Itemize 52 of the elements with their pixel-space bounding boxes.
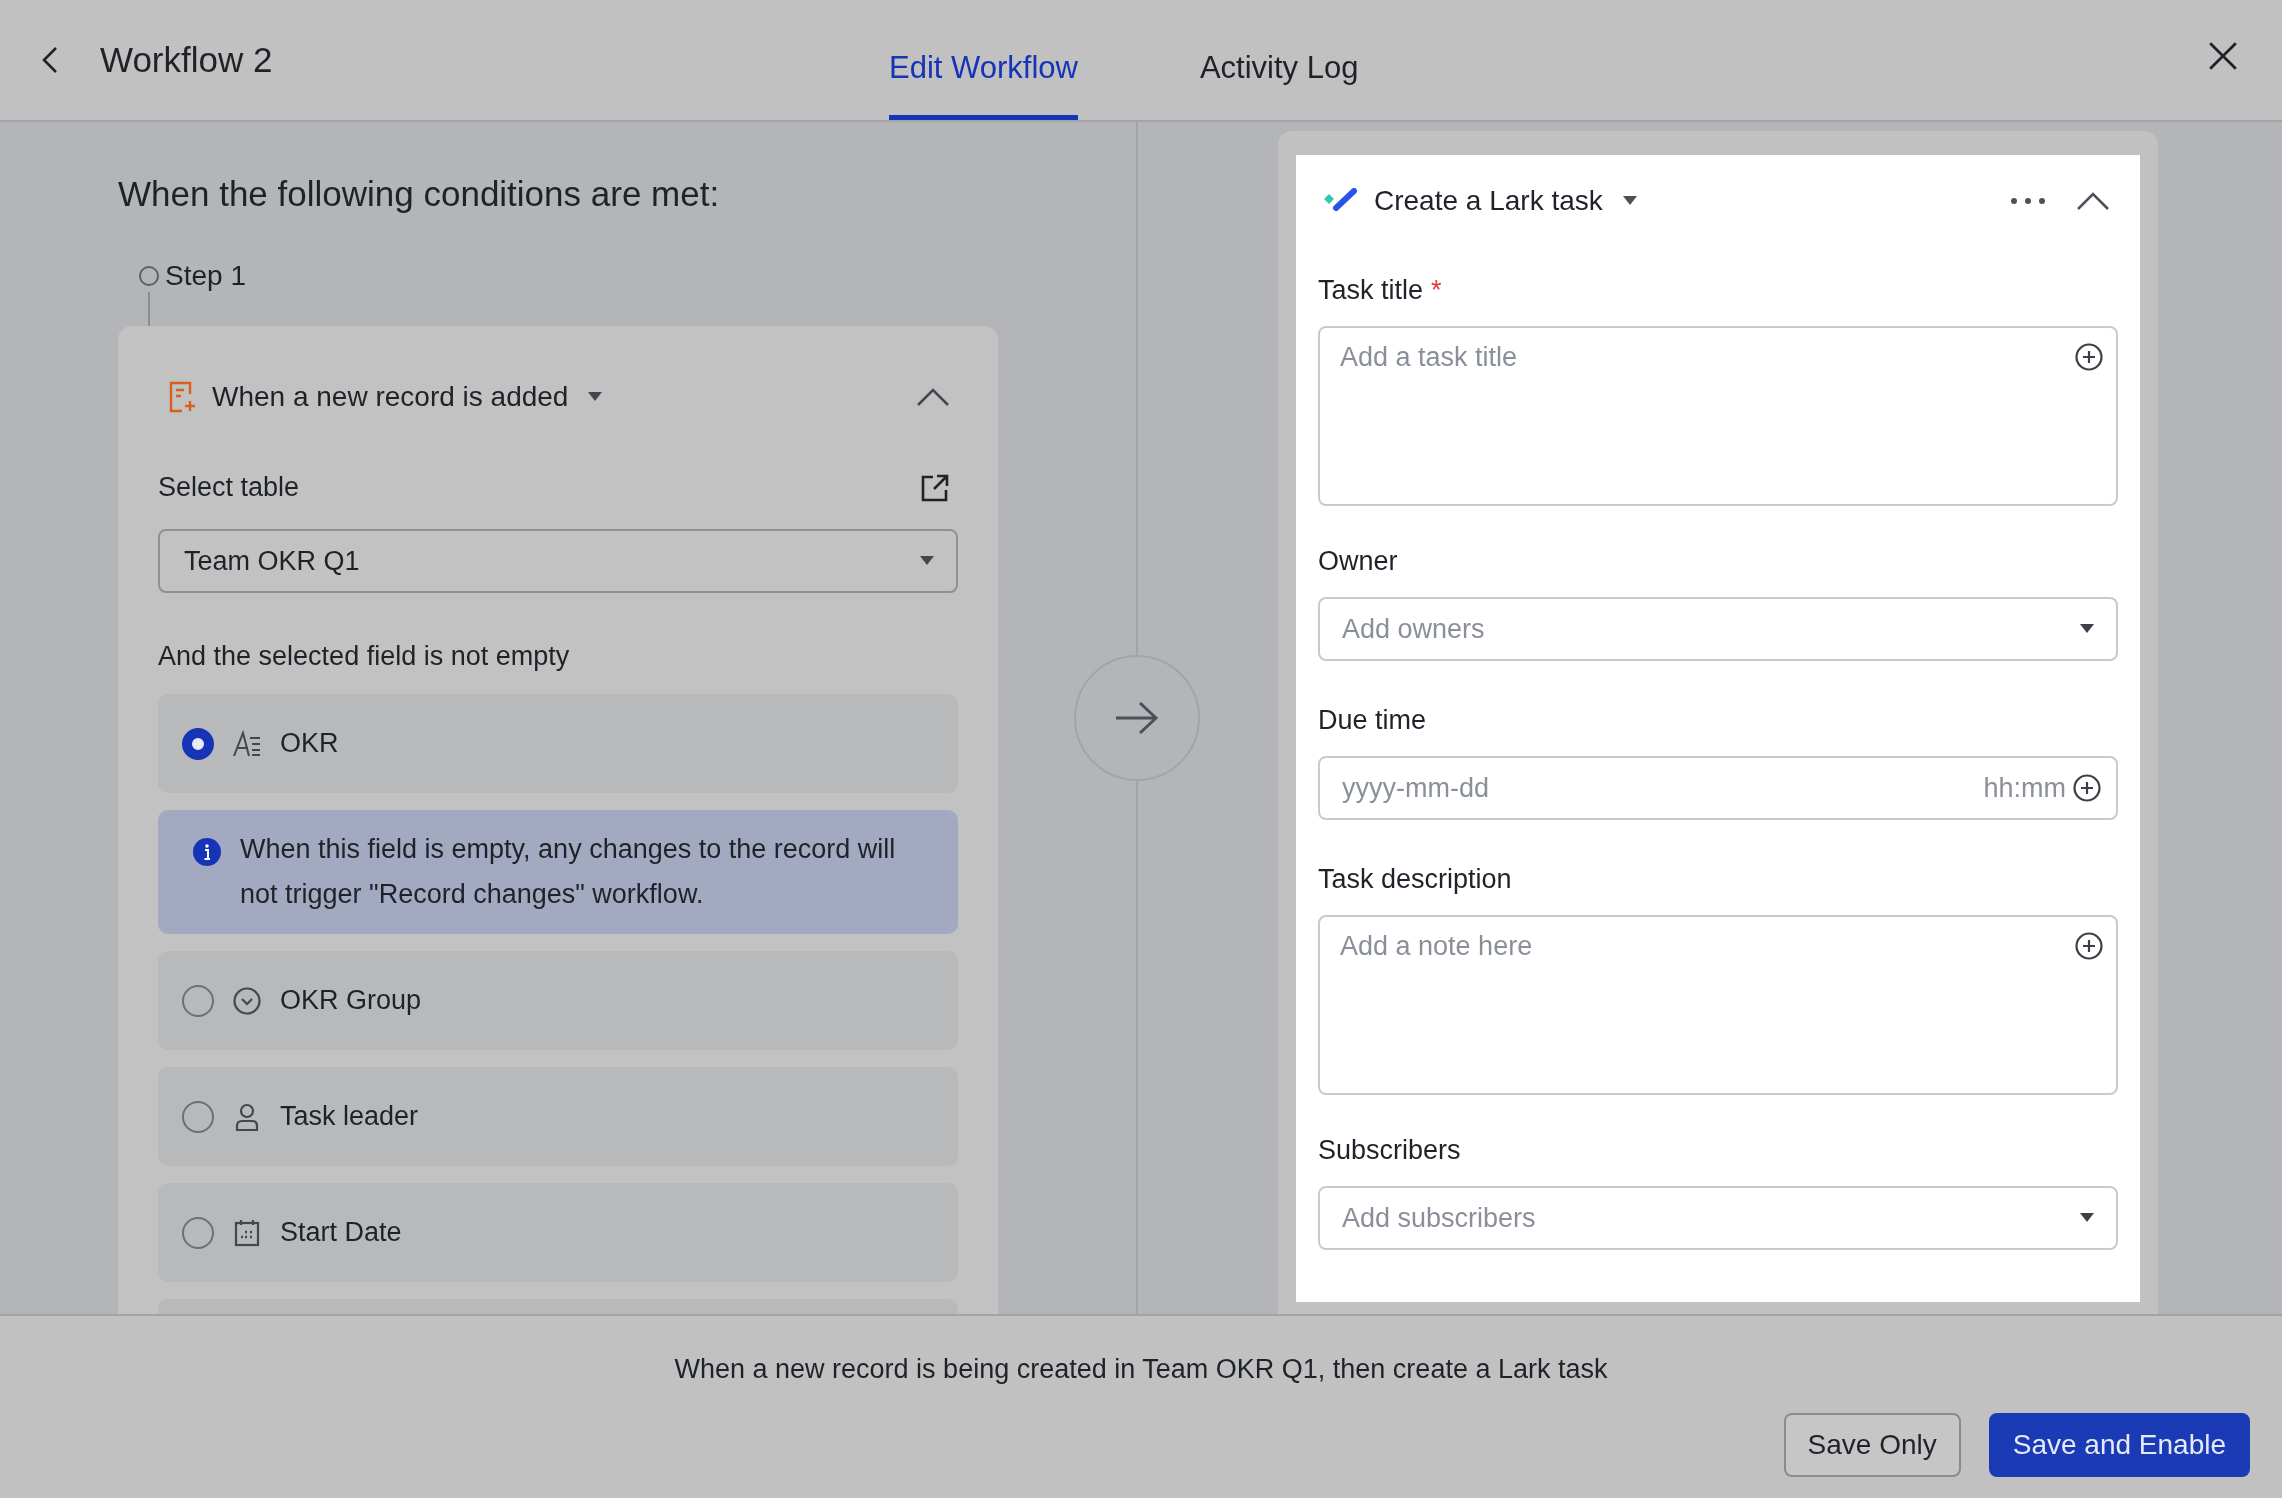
field-option[interactable]: OKR bbox=[158, 694, 958, 793]
add-circle-icon[interactable] bbox=[2072, 773, 2102, 803]
record-add-icon bbox=[168, 380, 198, 414]
radio-button[interactable] bbox=[182, 984, 214, 1017]
text-area[interactable]: Add a note here bbox=[1318, 915, 2118, 1095]
field-label: And the selected field is not empty bbox=[158, 641, 571, 672]
date-input[interactable]: yyyy-mm-dd bbox=[1320, 772, 1984, 804]
more-icon[interactable] bbox=[2010, 197, 2046, 205]
radio-button[interactable] bbox=[182, 727, 214, 760]
required-mark: * bbox=[1431, 275, 1442, 306]
tab[interactable]: Activity Log bbox=[1199, 0, 1359, 120]
task-check-icon bbox=[1324, 188, 1360, 214]
calendar-icon bbox=[232, 1217, 262, 1248]
save-button[interactable]: Save Only bbox=[1783, 1413, 1961, 1477]
section-heading: When the following conditions are met: bbox=[118, 174, 721, 214]
tab[interactable]: Edit Workflow bbox=[889, 0, 1078, 120]
arrow-right-icon bbox=[1114, 700, 1160, 736]
caret-icon bbox=[2080, 624, 2094, 634]
field-label: Owner bbox=[1318, 546, 1398, 577]
field-label: Task description bbox=[1318, 864, 1512, 895]
step-dot bbox=[139, 266, 159, 286]
info-text: When this field is empty, any changes to the record will not trigger "Record changes" workflow. bbox=[240, 833, 897, 911]
radio-button[interactable] bbox=[182, 1100, 214, 1133]
text-area[interactable]: Add a task title bbox=[1318, 326, 2118, 506]
window-title: Workflow 2 bbox=[100, 40, 273, 80]
caret-icon bbox=[920, 556, 934, 566]
save-enable-button[interactable]: Save and Enable bbox=[1988, 1413, 2250, 1477]
close-icon[interactable] bbox=[2207, 40, 2239, 72]
add-circle-icon[interactable] bbox=[2074, 342, 2104, 372]
field-option[interactable]: Start Date bbox=[158, 1183, 958, 1282]
add-circle-icon[interactable] bbox=[2074, 931, 2104, 961]
field-label: Subscribers bbox=[1318, 1135, 1461, 1166]
external-link-icon[interactable] bbox=[920, 472, 950, 503]
collapse-icon[interactable] bbox=[2076, 191, 2110, 211]
caret-icon bbox=[2080, 1213, 2094, 1223]
field-option[interactable]: OKR Group bbox=[158, 951, 958, 1050]
trigger-title[interactable]: When a new record is added bbox=[212, 381, 569, 413]
caret-icon[interactable] bbox=[1622, 196, 1637, 206]
collapse-icon[interactable] bbox=[916, 387, 950, 407]
step-label: Step 1 bbox=[165, 260, 246, 292]
table-select[interactable]: Team OKR Q1 bbox=[158, 529, 958, 593]
dropdown-circle-icon bbox=[232, 985, 262, 1016]
workflow-summary: When a new record is being created in Team OKR Q1, then create a Lark task bbox=[674, 1354, 1608, 1385]
caret-icon[interactable] bbox=[588, 392, 603, 402]
info-icon bbox=[192, 837, 222, 867]
field-option[interactable]: Task leader bbox=[158, 1067, 958, 1166]
field-label: Select table bbox=[158, 472, 300, 503]
field-label: Task title bbox=[1318, 275, 1424, 306]
text-field-icon bbox=[232, 728, 262, 759]
radio-button[interactable] bbox=[182, 1216, 214, 1249]
field-label: Due time bbox=[1318, 705, 1427, 736]
action-title[interactable]: Create a Lark task bbox=[1374, 185, 1603, 217]
